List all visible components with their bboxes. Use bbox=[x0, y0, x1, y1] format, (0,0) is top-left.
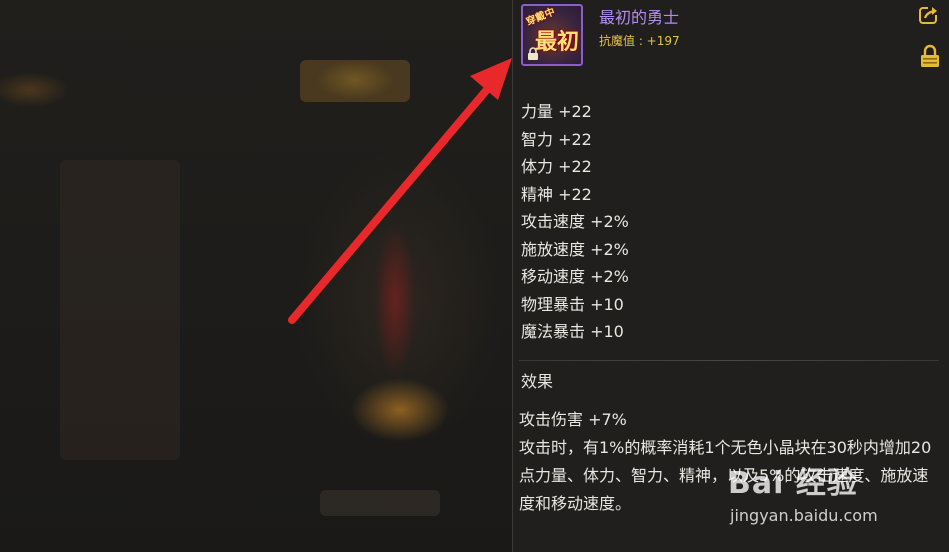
item-name: 最初的勇士 bbox=[599, 8, 680, 27]
stat-move-speed: 移动速度 +2% bbox=[521, 267, 629, 286]
stat-strength: 力量 +22 bbox=[521, 102, 592, 121]
share-icon[interactable] bbox=[918, 4, 940, 26]
effect-line: 攻击伤害 +7% bbox=[519, 410, 627, 429]
screenshot-stage: 穿戴中 最初 最初的勇士 抗魔值 : +197 力量 +22 智力 +22 体力… bbox=[0, 0, 949, 552]
stat-cast-speed: 施放速度 +2% bbox=[521, 239, 629, 259]
effect-title: 效果 bbox=[521, 372, 554, 391]
title-icon[interactable]: 穿戴中 最初 bbox=[521, 4, 583, 66]
baidu-watermark: Bai 经验 jingyan.baidu.com bbox=[728, 458, 938, 530]
stat-attack-speed: 攻击速度 +2% bbox=[521, 212, 629, 231]
lock-icon bbox=[528, 47, 538, 60]
stat-list: 力量 +22 智力 +22 体力 +22 精神 +22 攻击速度 +2% 施放速… bbox=[521, 98, 629, 346]
section-divider bbox=[519, 360, 939, 361]
blurred-panel bbox=[320, 490, 440, 516]
stat-intelligence: 智力 +22 bbox=[521, 129, 592, 149]
baidu-logo: Bai 经验 bbox=[728, 466, 858, 501]
blurred-game-scene bbox=[0, 0, 512, 552]
stat-vitality: 体力 +22 bbox=[521, 157, 592, 176]
blurred-panel bbox=[60, 160, 180, 460]
icon-label: 最初 bbox=[535, 30, 580, 55]
item-header: 穿戴中 最初 最初的勇士 抗魔值 : +197 bbox=[513, 0, 949, 80]
watermark-url: jingyan.baidu.com bbox=[730, 506, 878, 525]
lock-icon[interactable] bbox=[920, 44, 940, 68]
magic-resist-value: 抗魔值 : +197 bbox=[599, 34, 680, 48]
stat-magic-crit: 魔法暴击 +10 bbox=[521, 322, 624, 341]
blurred-panel bbox=[300, 60, 410, 102]
stat-spirit: 精神 +22 bbox=[521, 184, 592, 204]
stat-physical-crit: 物理暴击 +10 bbox=[521, 294, 624, 314]
